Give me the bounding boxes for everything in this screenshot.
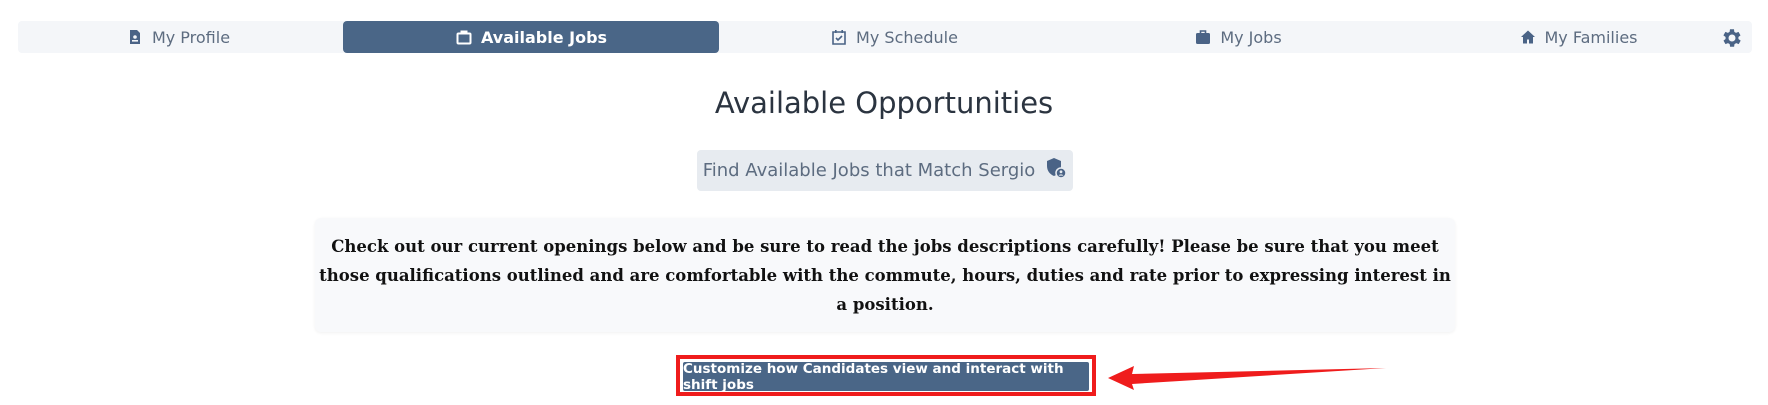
tab-label: My Profile xyxy=(151,27,231,47)
id-card-icon xyxy=(126,28,144,46)
tab-label: My Families xyxy=(1544,27,1638,47)
home-icon xyxy=(1519,28,1537,46)
briefcase-outline-icon xyxy=(455,28,473,46)
tab-available-jobs[interactable]: Available Jobs xyxy=(343,21,719,53)
tab-my-schedule[interactable]: My Schedule xyxy=(724,21,1064,53)
notice-text: Check out our current openings below and… xyxy=(319,236,1451,314)
notice-box: Check out our current openings below and… xyxy=(315,218,1455,332)
tab-label: My Schedule xyxy=(856,27,958,47)
tab-my-families[interactable]: My Families xyxy=(1413,21,1743,53)
find-matching-jobs-button[interactable]: Find Available Jobs that Match Sergio xyxy=(697,150,1073,191)
annotation-arrow-icon xyxy=(1108,366,1386,390)
tab-label: My Jobs xyxy=(1220,27,1282,47)
tab-label: Available Jobs xyxy=(480,27,608,47)
briefcase-icon xyxy=(1194,28,1212,46)
customize-shift-jobs-button[interactable]: Customize how Candidates view and intera… xyxy=(683,361,1089,393)
shield-user-icon xyxy=(1045,157,1068,184)
gear-icon[interactable] xyxy=(1720,26,1744,50)
tab-my-profile[interactable]: My Profile xyxy=(18,21,338,53)
page-title: Available Opportunities xyxy=(714,86,1054,120)
calendar-check-icon xyxy=(830,28,848,46)
find-button-label: Find Available Jobs that Match Sergio xyxy=(702,160,1036,181)
tab-my-jobs[interactable]: My Jobs xyxy=(1068,21,1408,53)
top-nav: My Profile Available Jobs My Schedule My… xyxy=(18,21,1752,53)
